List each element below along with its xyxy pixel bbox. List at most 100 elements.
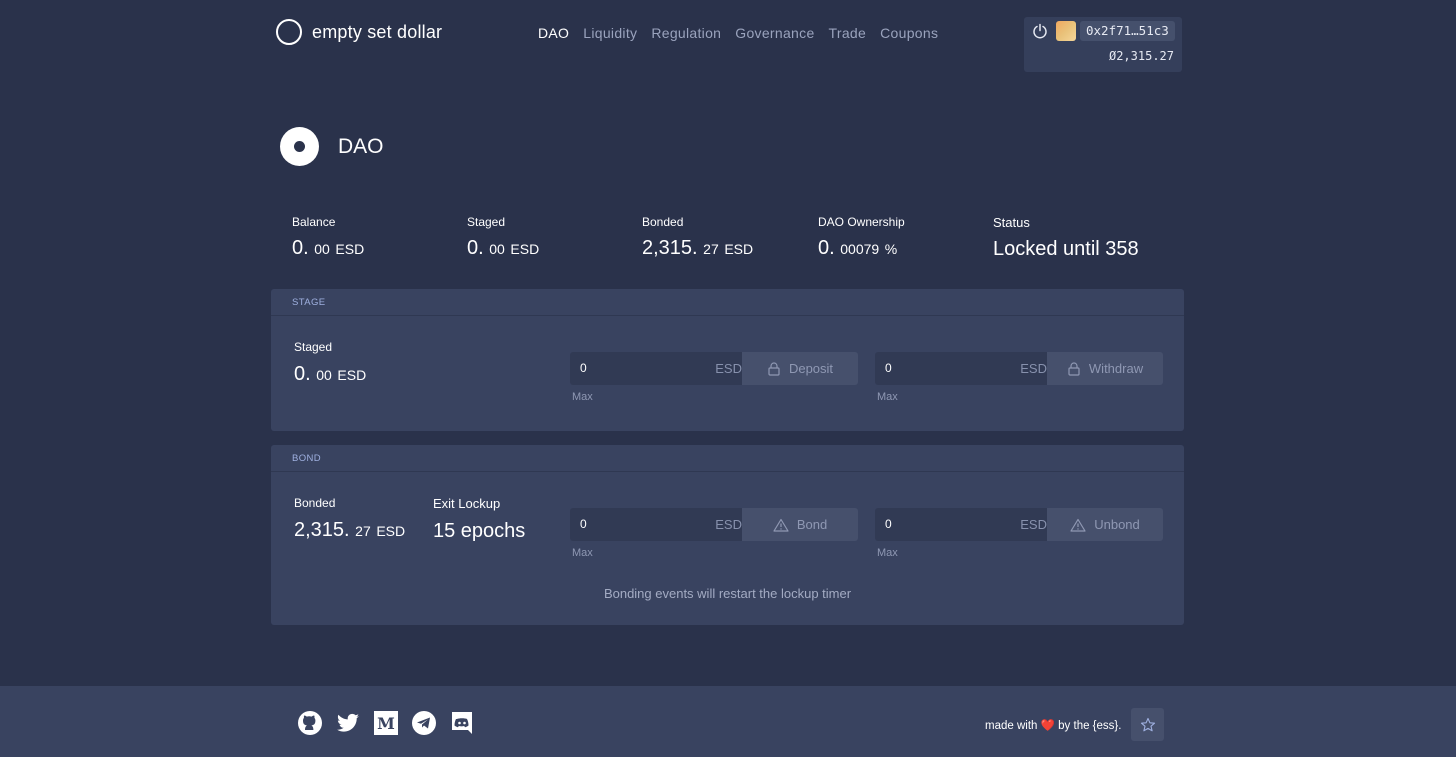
made-prefix: made with: [985, 720, 1038, 732]
lock-icon: [1068, 361, 1080, 376]
brand-name: empty set dollar: [312, 21, 443, 42]
made-suffix: by the {ess}.: [1058, 720, 1122, 732]
unbond-group: 0 ESD Unbond Max: [875, 508, 1165, 559]
stat-unit: ESD: [510, 241, 540, 257]
bonded-dec: 27: [355, 523, 371, 539]
stat-status: Status Locked until 358: [993, 215, 1139, 261]
exit-lockup: Exit Lockup 15 epochs: [433, 496, 525, 543]
warning-icon: [1070, 518, 1086, 532]
bonded-value: 2,315. 27 ESD: [294, 519, 405, 542]
github-icon[interactable]: [297, 710, 323, 736]
bond-max[interactable]: Max: [572, 547, 593, 559]
staged-unit: ESD: [337, 367, 367, 383]
withdraw-group: 0 ESD Withdraw Max: [875, 352, 1165, 403]
stat-dao-ownership: DAO Ownership 0. 00079 %: [818, 215, 905, 260]
bonded-summary: Bonded 2,315. 27 ESD: [294, 496, 405, 542]
exit-lockup-value: 15 epochs: [433, 520, 526, 542]
withdraw-max[interactable]: Max: [877, 391, 898, 403]
stat-unit: ESD: [335, 241, 365, 257]
stat-value: 0. 00079 %: [818, 237, 905, 260]
bond-header: BOND: [271, 445, 1184, 472]
staged-value: 0. 00 ESD: [294, 363, 366, 386]
stat-unit: ESD: [724, 241, 754, 257]
unbond-max[interactable]: Max: [877, 547, 898, 559]
medium-icon[interactable]: M: [373, 710, 399, 736]
stat-value: 0. 00 ESD: [292, 237, 364, 260]
deposit-group: 0 ESD Deposit Max: [570, 352, 860, 403]
deposit-label: Deposit: [788, 361, 834, 376]
brand-logo[interactable]: empty set dollar: [276, 19, 442, 45]
staged-label: Staged: [294, 340, 333, 354]
nav-dao[interactable]: DAO: [538, 25, 569, 41]
svg-text:M: M: [377, 714, 395, 733]
stat-int: 2,315.: [642, 237, 698, 259]
social-links: M: [297, 710, 475, 736]
stat-dec: 00: [489, 241, 505, 257]
twitter-icon[interactable]: [335, 710, 361, 736]
status-value: Locked until 358: [993, 238, 1139, 260]
stat-bonded: Bonded 2,315. 27 ESD: [642, 215, 753, 260]
nav-governance[interactable]: Governance: [735, 25, 814, 41]
nav-trade[interactable]: Trade: [829, 25, 867, 41]
bond-panel: BOND Bonded 2,315. 27 ESD Exit Lockup 15…: [271, 445, 1184, 625]
stage-header: STAGE: [271, 289, 1184, 316]
footer: M made with ❤️ by the {ess}.: [0, 686, 1456, 757]
wallet-widget: 0x2f71…51c3 Ø2,315.27: [1024, 17, 1182, 72]
page-heading: DAO: [280, 127, 384, 166]
staged-dec: 00: [316, 367, 332, 383]
nav-liquidity[interactable]: Liquidity: [583, 25, 637, 41]
stats-row: Balance 0. 00 ESD Staged 0. 00 ESD Bonde…: [292, 215, 1172, 275]
made-with-text: made with ❤️ by the {ess}.: [985, 718, 1121, 732]
bond-note: Bonding events will restart the lockup t…: [603, 586, 852, 601]
nav-coupons[interactable]: Coupons: [880, 25, 938, 41]
telegram-icon[interactable]: [411, 710, 437, 736]
stat-label: DAO Ownership: [818, 215, 905, 229]
stat-int: 0.: [818, 237, 835, 259]
stage-panel: STAGE Staged 0. 00 ESD 0 ESD Deposit Max…: [271, 289, 1184, 431]
stat-value: 0. 00 ESD: [467, 237, 539, 260]
power-icon[interactable]: [1032, 23, 1048, 39]
staged-summary: Staged 0. 00 ESD: [294, 340, 366, 386]
logo-circle-icon: [276, 19, 302, 45]
top-header: empty set dollar DAO Liquidity Regulatio…: [0, 0, 1456, 80]
stat-label: Status: [993, 215, 1030, 230]
staged-int: 0.: [294, 363, 311, 385]
bond-button[interactable]: Bond: [742, 508, 858, 541]
deposit-max[interactable]: Max: [572, 391, 593, 403]
bonded-unit: ESD: [376, 523, 406, 539]
stat-label: Bonded: [642, 215, 684, 229]
stat-label: Balance: [292, 215, 336, 229]
main-nav: DAO Liquidity Regulation Governance Trad…: [538, 25, 938, 41]
bonded-int: 2,315.: [294, 519, 350, 541]
heart-icon: ❤️: [1040, 720, 1055, 732]
unbond-button[interactable]: Unbond: [1047, 508, 1163, 541]
nav-regulation[interactable]: Regulation: [651, 25, 721, 41]
unbond-label: Unbond: [1094, 517, 1140, 532]
stat-unit: %: [884, 241, 898, 257]
lock-icon: [768, 361, 780, 376]
theme-toggle-button[interactable]: [1131, 708, 1164, 741]
withdraw-label: Withdraw: [1088, 361, 1144, 376]
withdraw-button[interactable]: Withdraw: [1047, 352, 1163, 385]
deposit-button[interactable]: Deposit: [742, 352, 858, 385]
stat-dec: 00079: [840, 241, 880, 257]
bonded-label: Bonded: [294, 496, 336, 510]
stat-label: Staged: [467, 215, 506, 229]
discord-icon[interactable]: [449, 710, 475, 736]
unbond-unit: ESD: [1020, 517, 1047, 532]
page-title: DAO: [338, 134, 384, 158]
withdraw-unit: ESD: [1020, 361, 1047, 376]
deposit-unit: ESD: [715, 361, 742, 376]
wallet-address[interactable]: 0x2f71…51c3: [1080, 21, 1175, 41]
warning-icon: [773, 518, 789, 532]
bond-unit: ESD: [715, 517, 742, 532]
bond-group: 0 ESD Bond Max: [570, 508, 860, 559]
exit-lockup-label: Exit Lockup: [433, 496, 501, 511]
wallet-balance: Ø2,315.27: [1108, 49, 1174, 63]
dao-icon: [280, 127, 319, 166]
stat-balance: Balance 0. 00 ESD: [292, 215, 364, 260]
stat-staged: Staged 0. 00 ESD: [467, 215, 539, 260]
stat-int: 0.: [467, 237, 484, 259]
stat-value: 2,315. 27 ESD: [642, 237, 753, 260]
stat-dec: 00: [314, 241, 330, 257]
